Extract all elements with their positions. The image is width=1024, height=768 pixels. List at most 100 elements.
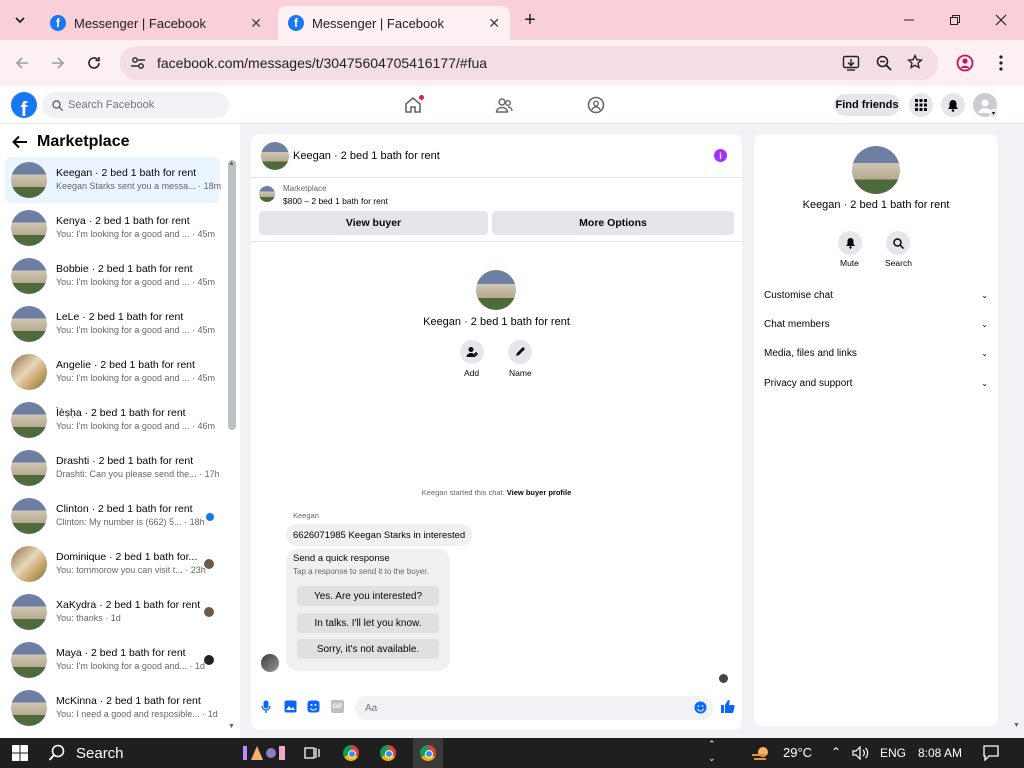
- chat-members-item[interactable]: Chat members ⌄: [764, 315, 988, 333]
- chat-avatar[interactable]: [261, 142, 289, 170]
- photo-icon[interactable]: [284, 700, 297, 716]
- clock[interactable]: 8:08 AM: [918, 746, 962, 760]
- thumbs-up-icon[interactable]: [720, 699, 735, 717]
- notifications-bell-icon[interactable]: [941, 93, 965, 117]
- windows-start-icon[interactable]: [8, 741, 32, 765]
- chrome-taskbar-icon-1[interactable]: [339, 741, 363, 765]
- quick-response-in-talks[interactable]: In talks. I'll let you know.: [297, 613, 439, 633]
- browser-tab-2[interactable]: f Messenger | Facebook ✕: [278, 6, 510, 40]
- conversation-item[interactable]: Dominique · 2 bed 1 bath for... You: tomm…: [5, 541, 220, 587]
- privacy-support-item[interactable]: Privacy and support ⌄: [764, 374, 988, 392]
- show-hidden-icons[interactable]: ⌃: [831, 745, 841, 759]
- close-tab-icon[interactable]: ✕: [250, 15, 262, 32]
- info-avatar[interactable]: [852, 146, 900, 194]
- conversation-item[interactable]: Kenya · 2 bed 1 bath for rent You: I'm lo…: [5, 205, 220, 251]
- message-input[interactable]: [355, 696, 713, 720]
- conversation-item[interactable]: Maya · 2 bed 1 bath for rent You: I'm loo…: [5, 637, 220, 683]
- back-icon[interactable]: [9, 50, 35, 76]
- taskbar-search[interactable]: Search: [40, 738, 230, 768]
- profile-icon[interactable]: [956, 54, 974, 75]
- weather-icon[interactable]: [750, 741, 774, 765]
- conversation-item[interactable]: Keegan · 2 bed 1 bath for rent Keegan Sta…: [5, 157, 221, 203]
- facebook-search-input[interactable]: [68, 99, 218, 111]
- home-icon[interactable]: [402, 94, 424, 116]
- site-settings-icon[interactable]: [130, 55, 146, 74]
- sidebar-scrollbar[interactable]: [228, 160, 236, 430]
- add-person-button[interactable]: [460, 340, 484, 364]
- forward-icon[interactable]: [45, 50, 71, 76]
- back-arrow-icon[interactable]: [12, 135, 28, 149]
- message-bubble[interactable]: 6626071985 Keegan Starks in interested: [286, 524, 473, 546]
- taskbar-scroll-up-icon[interactable]: ⌃: [708, 739, 716, 750]
- customise-chat-item[interactable]: Customise chat ⌄: [764, 286, 988, 304]
- view-buyer-profile-link[interactable]: View buyer profile: [507, 488, 571, 497]
- chat-header: Keegan · 2 bed 1 bath for rent i: [251, 134, 742, 178]
- conversation-preview: Keegan Starks sent you a messa... · 18m: [56, 181, 221, 191]
- preview-text: You: thanks: [56, 613, 103, 623]
- conversation-item[interactable]: Ìèṣḥa · 2 bed 1 bath for rent You: I'm lo…: [5, 397, 220, 443]
- profile-avatar[interactable]: [476, 270, 516, 310]
- sticker-icon[interactable]: [307, 700, 320, 716]
- sender-avatar[interactable]: [261, 654, 279, 672]
- page-scroll-down-icon[interactable]: ▼: [1013, 722, 1020, 729]
- groups-icon[interactable]: [585, 94, 607, 116]
- tab-title: Messenger | Facebook: [312, 15, 444, 31]
- restore-window-icon[interactable]: [942, 7, 968, 33]
- bookmark-star-icon[interactable]: [906, 53, 924, 73]
- omnibox[interactable]: facebook.com/messages/t/3047560470541617…: [120, 46, 938, 80]
- microphone-icon[interactable]: [261, 700, 271, 717]
- facebook-search-box[interactable]: [42, 92, 229, 118]
- new-tab-icon[interactable]: +: [517, 7, 543, 33]
- more-options-button[interactable]: More Options: [492, 211, 734, 235]
- taskbar-scroll-down-icon[interactable]: ⌄: [708, 753, 716, 764]
- gif-icon[interactable]: GIF: [331, 700, 344, 713]
- search-in-chat-button[interactable]: [886, 231, 910, 255]
- notification-center-icon[interactable]: [983, 745, 999, 764]
- listing-title[interactable]: $800 – 2 bed 1 bath for rent: [283, 196, 388, 206]
- reload-icon[interactable]: [81, 50, 107, 76]
- task-view-icon[interactable]: [300, 741, 324, 765]
- conversation-item[interactable]: Angelie · 2 bed 1 bath for rent You: I'm …: [5, 349, 220, 395]
- quick-response-yes[interactable]: Yes. Are you interested?: [297, 586, 439, 606]
- account-dropdown-icon[interactable]: ▾: [989, 109, 998, 118]
- info-icon[interactable]: i: [714, 149, 727, 162]
- find-friends-button[interactable]: Find friends: [834, 94, 900, 116]
- friends-icon[interactable]: [493, 94, 515, 116]
- temperature[interactable]: 29°C: [783, 745, 812, 760]
- language-indicator[interactable]: ENG: [880, 746, 906, 760]
- separator: ·: [186, 661, 195, 671]
- conversation-item[interactable]: McKinna · 2 bed 1 bath for rent You: I ne…: [5, 685, 220, 731]
- chrome-taskbar-icon-2[interactable]: [376, 741, 400, 765]
- conversation-item[interactable]: LeLe · 2 bed 1 bath for rent You: I'm loo…: [5, 301, 220, 347]
- conversation-item[interactable]: Bobbie · 2 bed 1 bath for rent You: I'm l…: [5, 253, 220, 299]
- view-buyer-button[interactable]: View buyer: [259, 211, 488, 235]
- browser-tab-1[interactable]: f Messenger | Facebook ✕: [40, 6, 272, 40]
- quick-response-not-available[interactable]: Sorry, it's not available.: [297, 639, 439, 659]
- close-window-icon[interactable]: [988, 7, 1014, 33]
- zoom-icon[interactable]: [876, 55, 892, 74]
- facebook-favicon-icon: f: [288, 15, 304, 31]
- edit-name-button[interactable]: [508, 340, 532, 364]
- menu-grid-icon[interactable]: [909, 93, 933, 117]
- search-highlight-icon[interactable]: [240, 741, 290, 765]
- mute-button[interactable]: [838, 231, 862, 255]
- minimize-window-icon[interactable]: [896, 7, 922, 33]
- close-tab-icon[interactable]: ✕: [488, 15, 500, 32]
- volume-icon[interactable]: [852, 745, 870, 763]
- pencil-icon: [516, 347, 525, 356]
- media-files-links-item[interactable]: Media, files and links ⌄: [764, 344, 988, 362]
- conversation-item[interactable]: Clinton · 2 bed 1 bath for rent Clinton: …: [5, 493, 220, 539]
- conversation-item[interactable]: XaKydra · 2 bed 1 bath for rent You: than…: [5, 589, 220, 635]
- emoji-icon[interactable]: [694, 701, 707, 717]
- install-app-icon[interactable]: [842, 54, 860, 75]
- account-avatar[interactable]: ▾: [973, 93, 998, 118]
- chat-title[interactable]: Keegan · 2 bed 1 bath for rent: [293, 150, 440, 162]
- conversation-preview: Drashti: Can you please send the... · 17…: [56, 469, 220, 479]
- chrome-taskbar-icon-3[interactable]: [413, 738, 443, 768]
- conversation-item[interactable]: Drashti · 2 bed 1 bath for rent Drashti: …: [5, 445, 220, 491]
- facebook-logo-icon[interactable]: f: [11, 92, 37, 118]
- scroll-up-icon[interactable]: ▲: [228, 160, 235, 167]
- tab-search-dropdown-icon[interactable]: [7, 7, 33, 33]
- browser-menu-icon[interactable]: [998, 54, 1004, 75]
- scroll-down-icon[interactable]: ▼: [228, 723, 235, 730]
